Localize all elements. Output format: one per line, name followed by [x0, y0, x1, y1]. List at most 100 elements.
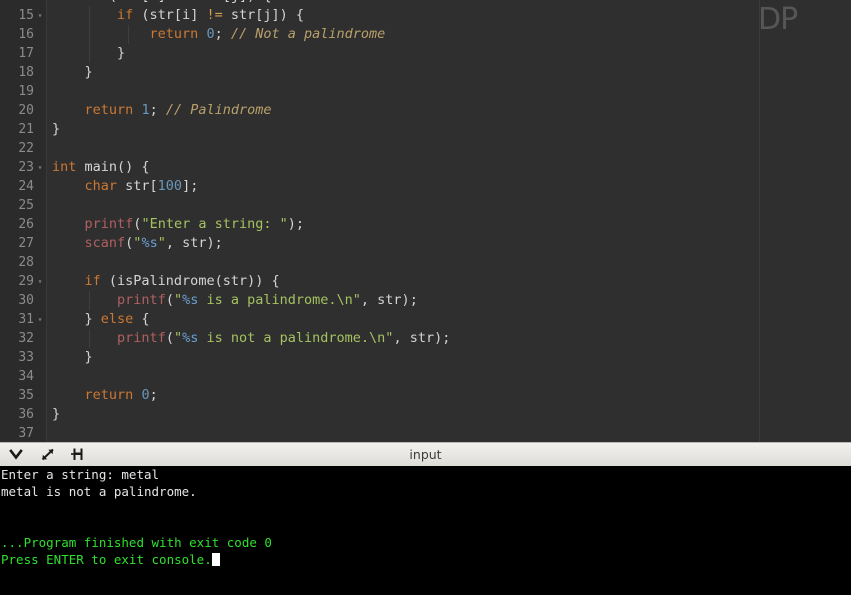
line-number: 32: [0, 329, 34, 348]
code-line[interactable]: 24 char str[100];: [0, 177, 851, 196]
code-editor[interactable]: DP 14 if (str[i] != str[j]) {15▾ if (str…: [0, 0, 851, 442]
code-token: }: [52, 406, 60, 422]
code-token: [52, 216, 85, 232]
code-line[interactable]: 19: [0, 82, 851, 101]
code-text: if (str[i] != str[j]) {: [52, 6, 304, 25]
code-token: }: [52, 45, 125, 61]
code-line[interactable]: 20 return 1; // Palindrome: [0, 101, 851, 120]
console-title-bar: input: [0, 442, 851, 467]
code-token: (isPalindrome(str)) {: [101, 273, 280, 289]
code-fold-arrow-icon[interactable]: ▾: [36, 6, 44, 25]
code-text: }: [52, 63, 93, 82]
code-token: [52, 178, 85, 194]
line-number: 24: [0, 177, 34, 196]
console-line: ...Program finished with exit code 0: [0, 534, 851, 551]
code-text: return 0;: [52, 386, 158, 405]
code-line[interactable]: 29▾ if (isPalindrome(str)) {: [0, 272, 851, 291]
code-token: %s: [182, 292, 198, 308]
code-token: }: [52, 121, 60, 137]
code-token: ": [174, 330, 182, 346]
line-number: 20: [0, 101, 34, 120]
line-number: 27: [0, 234, 34, 253]
code-line[interactable]: 28: [0, 253, 851, 272]
code-token: main() {: [76, 159, 149, 175]
code-token: 100: [158, 178, 182, 194]
code-token: (: [166, 292, 174, 308]
code-text: }: [52, 120, 60, 139]
code-token: ;: [150, 102, 166, 118]
code-text: return 1; // Palindrome: [52, 101, 272, 120]
code-token: [52, 26, 150, 42]
console-line-text: metal is not a palindrome.: [1, 484, 197, 499]
code-token: if: [85, 0, 101, 4]
code-token: [52, 292, 117, 308]
line-number: 36: [0, 405, 34, 424]
code-line[interactable]: 27 scanf("%s", str);: [0, 234, 851, 253]
line-number: 16: [0, 25, 34, 44]
console-line: Enter a string: metal: [0, 466, 851, 483]
code-line[interactable]: 21}: [0, 120, 851, 139]
code-token: (str[i]: [101, 0, 174, 4]
code-token: // Palindrome: [166, 102, 272, 118]
code-line[interactable]: 15▾ if (str[i] != str[j]) {: [0, 6, 851, 25]
code-fold-arrow-icon[interactable]: ▾: [36, 158, 44, 177]
code-token: }: [52, 349, 93, 365]
code-text: printf("%s is a palindrome.\n", str);: [52, 291, 418, 310]
code-line[interactable]: 22: [0, 139, 851, 158]
code-token: else: [101, 311, 134, 327]
code-line[interactable]: 32 printf("%s is not a palindrome.\n", s…: [0, 329, 851, 348]
code-token: str[: [117, 178, 158, 194]
code-token: , str);: [166, 235, 223, 251]
code-token: 1: [141, 102, 149, 118]
code-token: ": [174, 292, 182, 308]
code-line[interactable]: 33 }: [0, 348, 851, 367]
code-line[interactable]: 23▾ int main() {: [0, 158, 851, 177]
code-token: if: [117, 7, 133, 23]
console-line: [0, 517, 851, 534]
code-line[interactable]: 30 printf("%s is a palindrome.\n", str);: [0, 291, 851, 310]
code-token: return: [85, 102, 134, 118]
code-token: }: [52, 311, 101, 327]
line-number: 35: [0, 386, 34, 405]
code-line[interactable]: 25: [0, 196, 851, 215]
code-line[interactable]: 34: [0, 367, 851, 386]
code-line[interactable]: 18 }: [0, 63, 851, 82]
code-token: ": [158, 235, 166, 251]
line-number: 18: [0, 63, 34, 82]
code-fold-arrow-icon[interactable]: ▾: [36, 272, 44, 291]
line-number: 15: [0, 6, 34, 25]
code-line[interactable]: 35 return 0;: [0, 386, 851, 405]
code-token: printf: [117, 292, 166, 308]
line-number: 31: [0, 310, 34, 329]
code-lines-container[interactable]: 14 if (str[i] != str[j]) {15▾ if (str[i]…: [0, 0, 851, 442]
code-line[interactable]: 37: [0, 424, 851, 442]
code-token: "Enter a string: ": [141, 216, 287, 232]
code-line[interactable]: 17 }: [0, 44, 851, 63]
code-text: }: [52, 348, 93, 367]
program-console-output[interactable]: Enter a string: metalmetal is not a pali…: [0, 466, 851, 595]
code-token: !=: [206, 7, 222, 23]
code-text: }: [52, 44, 125, 63]
code-fold-arrow-icon[interactable]: ▾: [36, 310, 44, 329]
code-token: int: [52, 159, 76, 175]
code-token: );: [288, 216, 304, 232]
console-cursor: [212, 553, 220, 566]
code-line[interactable]: 36}: [0, 405, 851, 424]
line-number: 21: [0, 120, 34, 139]
code-token: printf: [85, 216, 134, 232]
code-token: [52, 0, 85, 4]
code-token: [52, 7, 117, 23]
code-line[interactable]: 16 return 0; // Not a palindrome: [0, 25, 851, 44]
code-line[interactable]: 31▾ } else {: [0, 310, 851, 329]
code-token: [52, 235, 85, 251]
code-text: int main() {: [52, 158, 150, 177]
code-token: 0: [141, 387, 149, 403]
code-token: scanf: [85, 235, 126, 251]
code-token: , str);: [361, 292, 418, 308]
line-number: 34: [0, 367, 34, 386]
line-number: 23: [0, 158, 34, 177]
line-number: 33: [0, 348, 34, 367]
code-line[interactable]: 26 printf("Enter a string: ");: [0, 215, 851, 234]
line-number: 25: [0, 196, 34, 215]
code-token: [52, 102, 85, 118]
